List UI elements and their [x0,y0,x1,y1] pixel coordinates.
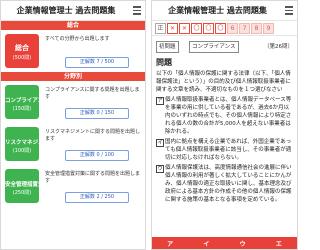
progress-button[interactable]: 正解数 7 / 500 [65,57,129,68]
history-cell[interactable]: 正 [155,22,166,34]
category-description: 安全管理措置対策に関する問題を出題します [45,171,141,184]
progress-button[interactable]: 正解数 0 / 150 [65,108,129,119]
title-bar: 企業情報管理士 過去問題集 [1,1,145,21]
history-cell-wrong[interactable]: ✕ [179,22,190,34]
menu-icon[interactable] [285,6,293,15]
category-description: リスクマネジメントに関する問題を出題します [45,129,141,142]
category-description: すべての分野から出題します [45,36,110,42]
app-title: 企業情報管理士 過去問題集 [168,6,267,15]
category-count: (150問) [12,106,32,112]
category-name: リスクマネジメント [5,140,55,146]
choice-a: ア 個人情報取扱事業者とは、個人情報データベース等を事業の用に供している者である… [156,96,293,136]
choice-text: 国内に拠点を構える企業であれば、外国企業であっても個人情報取扱事業者に該当し、そ… [165,139,292,161]
tag-category: コンプライアンス [189,41,239,53]
title-bar: 企業情報管理士 過去問題集 [152,1,297,21]
category-count: (100問) [12,148,32,154]
answer-button-u[interactable]: ウ [240,239,246,248]
history-cell-correct[interactable]: 〇 [191,22,202,34]
category-list-screen: 企業情報管理士 過去問題集 総合 総合 (500問) すべての分野から出題します… [0,0,146,250]
history-cell-wrong[interactable]: ✕ [167,22,178,34]
answer-button-a[interactable]: ア [167,239,173,248]
category-count: (500問) [12,55,32,61]
choice-u: ウ 個人情報保護法は、高度情報通信社会の進展に伴い個人情報の利用が著しく拡大して… [156,164,293,204]
section-header-general: 総合 [1,21,145,30]
category-tile-safety[interactable]: 安全管理措置対策 (250問) [5,169,50,203]
question-number: 〔第26問〕 [264,44,293,50]
category-row-risk[interactable]: リスクマネジメント (100問) リスクマネジメントに関する問題を出題します 正… [1,123,145,165]
category-tile-general[interactable]: 総合 (500問) [5,34,39,68]
question-screen: 企業情報管理士 過去問題集 正 ✕ ✕ 〇 〇 〇 6 7 8 9 初問題 コン… [151,0,298,250]
question-text: 以下の「個人情報の保護に関する法律（以下、「個人情報保護法」という）」の目的及び… [156,71,291,93]
question-tags: 初問題 コンプライアンス 〔第26問〕 [152,39,297,55]
answer-button-i[interactable]: イ [203,239,209,248]
choice-key: ア [156,97,164,105]
answer-button-e[interactable]: エ [276,239,282,248]
answer-history-bar: 正 ✕ ✕ 〇 〇 〇 6 7 8 9 [152,21,297,36]
choice-key: ウ [156,165,164,173]
history-cell-empty[interactable]: 6 [227,22,238,34]
app-title: 企業情報管理士 過去問題集 [16,6,116,15]
choice-text: 個人情報取扱事業者とは、個人情報データベース等を事業の用に供している者であるが、… [165,97,292,135]
history-cell-empty[interactable]: 8 [251,22,262,34]
category-row-safety[interactable]: 安全管理措置対策 (250問) 安全管理措置対策に関する問題を出題します 正解数… [1,165,145,207]
category-count: (250問) [12,190,32,196]
choice-key: イ [156,139,164,147]
progress-button[interactable]: 正解数 2 / 250 [65,192,129,203]
category-row-general[interactable]: 総合 (500問) すべての分野から出題します 正解数 7 / 500 [1,30,145,72]
history-cell-correct[interactable]: 〇 [203,22,214,34]
category-name: コンプライアンス [5,98,49,104]
question-heading: 問題 [156,58,172,67]
category-name: 総合 [15,44,29,52]
choice-text: 個人情報保護法は、高度情報通信社会の進展に伴い個人情報の利用が著しく拡大している… [165,165,292,203]
progress-button[interactable]: 正解数 0 / 100 [65,150,129,161]
answer-button-bar: ア イ ウ エ [152,237,297,249]
category-tile-risk[interactable]: リスクマネジメント (100問) [5,127,55,161]
section-header-field: 分野別 [1,72,145,81]
category-name: 安全管理措置対策 [5,182,50,188]
menu-icon[interactable] [133,6,141,15]
history-cell-correct[interactable]: 〇 [215,22,226,34]
history-cell-empty[interactable]: 7 [239,22,250,34]
category-row-compliance[interactable]: コンプライアンス (150問) コンプライアンスに関する問題を出題します 正解数… [1,81,145,123]
category-tile-compliance[interactable]: コンプライアンス (150問) [5,85,49,119]
tag-first-question: 初問題 [156,41,179,53]
category-description: コンプライアンスに関する問題を出題します [45,87,140,100]
choice-i: イ 国内に拠点を構える企業であれば、外国企業であっても個人情報取扱事業者に該当し… [156,138,293,162]
history-cell-empty[interactable]: 9 [263,22,274,34]
